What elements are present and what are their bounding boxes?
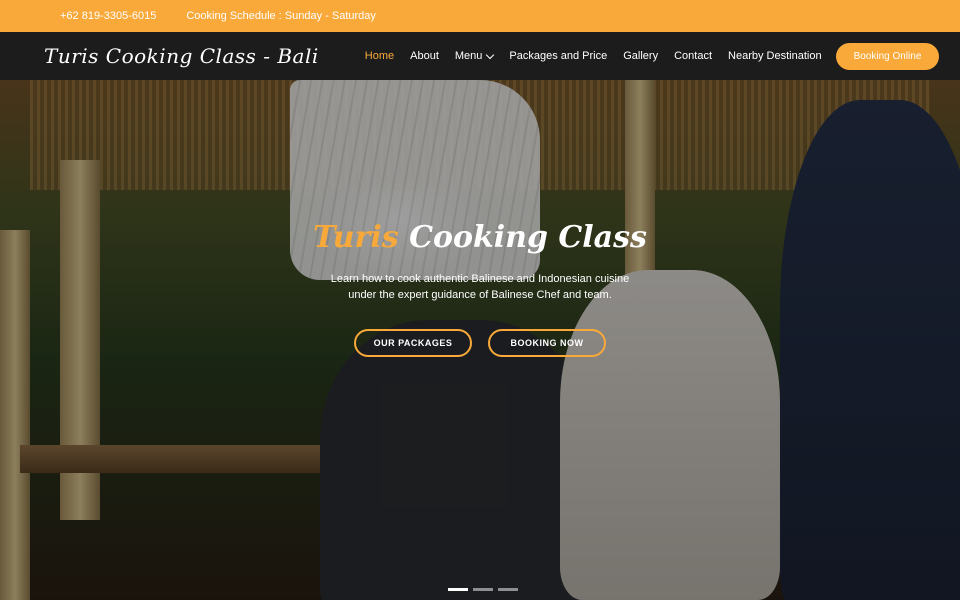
slider-dot-1[interactable] (448, 588, 468, 591)
hero-actions: OUR PACKAGES BOOKING NOW (0, 329, 960, 357)
booking-now-button[interactable]: BOOKING NOW (488, 329, 606, 357)
nav-item-packages[interactable]: Packages and Price (509, 50, 607, 62)
cooking-schedule: Cooking Schedule : Sunday - Saturday (186, 10, 376, 22)
nav-item-home[interactable]: Home (365, 50, 394, 62)
top-info-bar: +62 819-3305-6015 Cooking Schedule : Sun… (0, 0, 960, 32)
hero-description: Learn how to cook authentic Balinese and… (330, 273, 630, 301)
nav-item-home-label: Home (364, 50, 395, 62)
nav-item-nearby-destination[interactable]: Nearby Destination (728, 50, 822, 62)
our-packages-button[interactable]: OUR PACKAGES (354, 329, 472, 357)
hero-content: Turis Cooking Class Learn how to cook au… (0, 220, 960, 357)
nav-item-menu[interactable]: Menu (454, 50, 495, 62)
nav-item-packages-label: Packages and Price (509, 50, 608, 62)
hero-title-accent: Turis (313, 220, 399, 255)
slider-dots (448, 588, 518, 591)
slider-dot-2[interactable] (473, 588, 493, 591)
nav-item-about-label: About (410, 50, 439, 62)
nav-item-gallery-label: Gallery (623, 50, 659, 62)
nav-item-about[interactable]: About (410, 50, 439, 62)
nav-item-menu-label: Menu (454, 50, 483, 62)
nav-item-nearby-label: Nearby Destination (728, 50, 822, 62)
chevron-down-icon (486, 50, 495, 59)
hero-title-rest: Cooking Class (409, 220, 647, 255)
hero-title: Turis Cooking Class (0, 220, 960, 255)
nav-item-contact[interactable]: Contact (674, 50, 712, 62)
nav-item-gallery[interactable]: Gallery (623, 50, 658, 62)
main-navbar: Turis Cooking Class - Bali Home About Me… (0, 32, 960, 80)
booking-online-button[interactable]: Booking Online (835, 42, 940, 70)
slider-dot-3[interactable] (498, 588, 518, 591)
hero-slider: Turis Cooking Class Learn how to cook au… (0, 80, 960, 600)
nav-menu: Home About Menu Packages and Price Galle… (365, 50, 822, 62)
phone-number[interactable]: +62 819-3305-6015 (60, 10, 156, 22)
brand-logo[interactable]: Turis Cooking Class - Bali (44, 44, 319, 68)
nav-item-contact-label: Contact (674, 50, 713, 62)
